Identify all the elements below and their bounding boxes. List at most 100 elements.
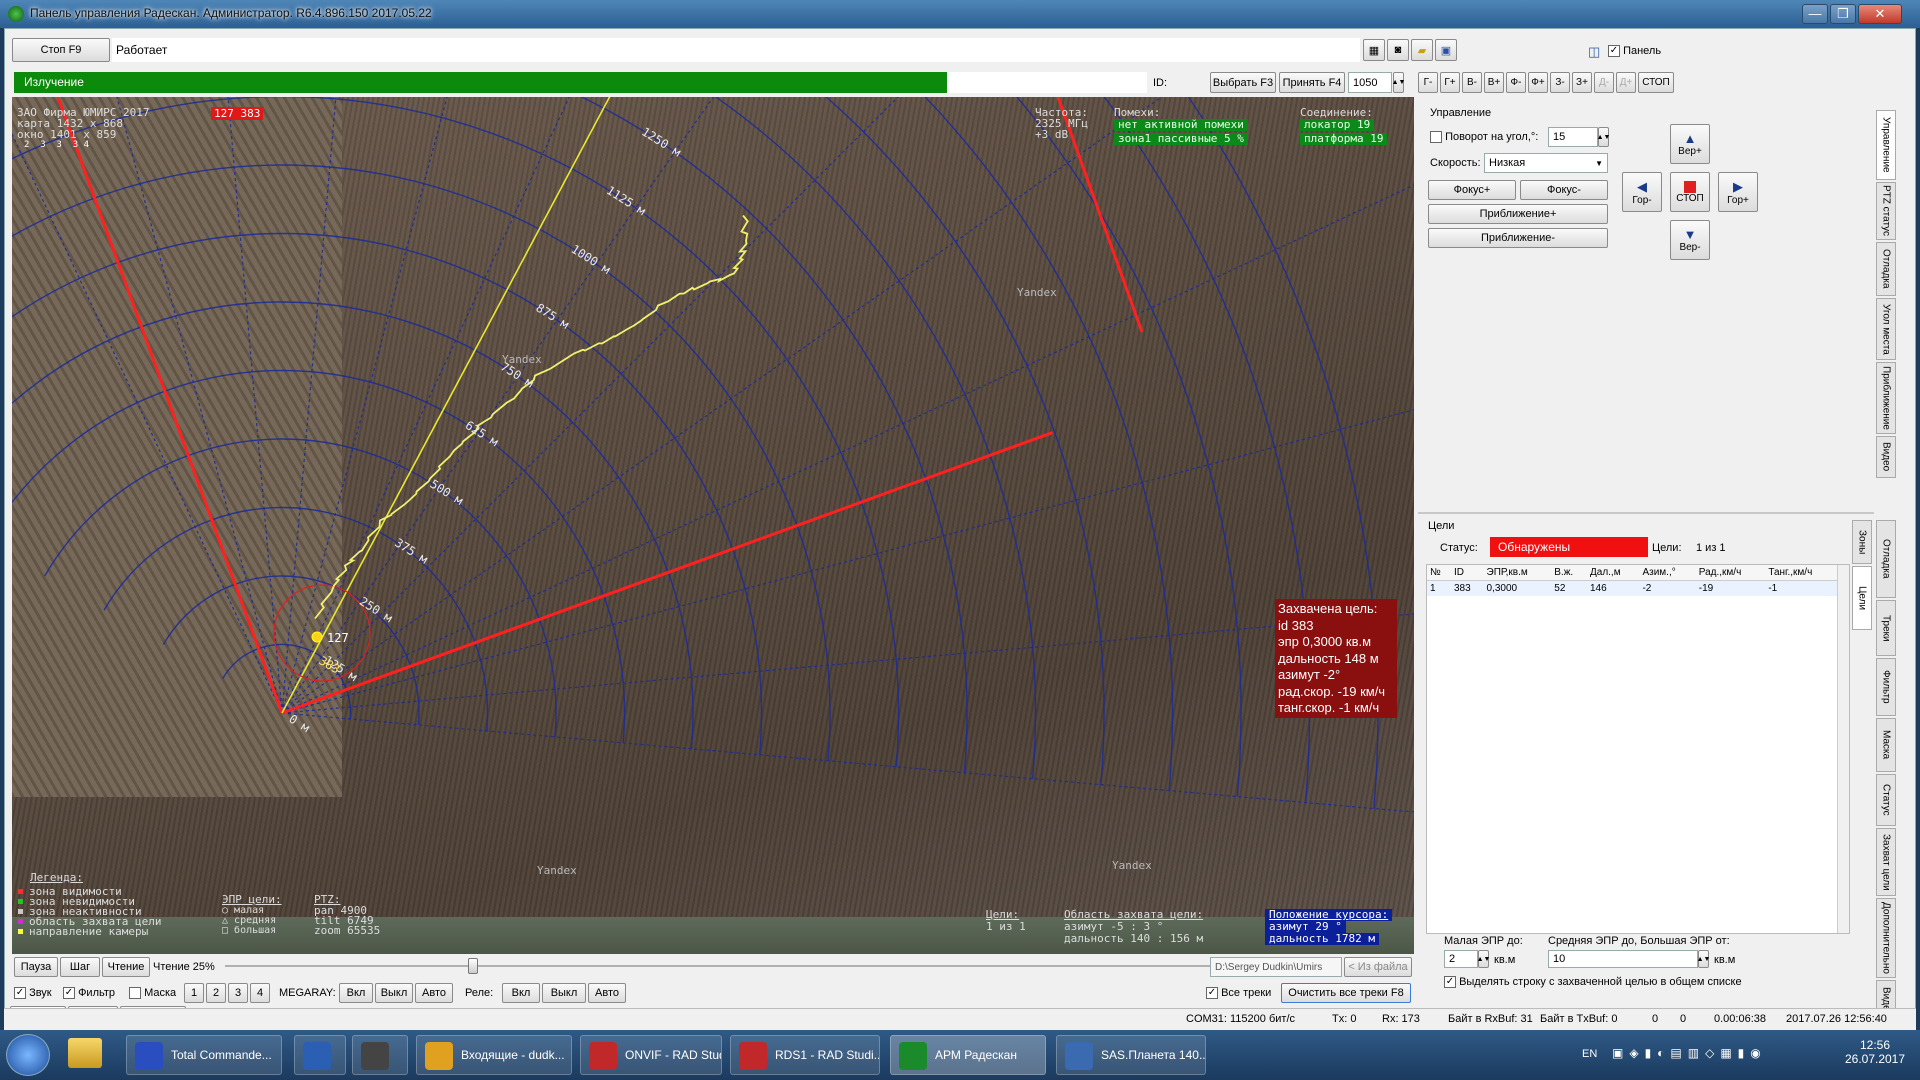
- right-tab-bottom-3[interactable]: Маска: [1876, 718, 1896, 772]
- right-tab-top-0[interactable]: Управление: [1876, 110, 1896, 180]
- ptz-btn-5[interactable]: Ф+: [1528, 72, 1548, 93]
- ptz-btn-9[interactable]: Д+: [1616, 72, 1636, 93]
- megaray-auto-button[interactable]: Авто: [415, 983, 453, 1003]
- zoom-plus-button[interactable]: Приближение+: [1428, 204, 1608, 224]
- right-tab-bottom-0[interactable]: Отладка: [1876, 520, 1896, 598]
- taskbar-item-6[interactable]: АРМ Радескан: [890, 1035, 1046, 1075]
- right-tab-mid-0[interactable]: Зоны: [1852, 520, 1872, 564]
- language-indicator[interactable]: EN: [1582, 1048, 1597, 1060]
- explorer-icon[interactable]: [68, 1038, 102, 1068]
- column-header[interactable]: В.ж.: [1551, 565, 1587, 581]
- relay-off-button[interactable]: Выкл: [542, 983, 586, 1003]
- targets-table-container[interactable]: № ID ЭПР,кв.м В.ж. Дал.,м Азим.,° Рад.,км/ч Тан…: [1426, 564, 1850, 934]
- taskbar-item-1[interactable]: [294, 1035, 346, 1075]
- right-tab-top-5[interactable]: Видео: [1876, 436, 1896, 478]
- taskbar-item-2[interactable]: [352, 1035, 408, 1075]
- small-epr-input[interactable]: 2: [1444, 950, 1478, 968]
- zone-button-4[interactable]: 4: [250, 983, 270, 1003]
- clock[interactable]: 12:56 26.07.2017: [1840, 1038, 1910, 1066]
- taskbar-item-7[interactable]: SAS.Планета 140...: [1056, 1035, 1206, 1075]
- tray-icons[interactable]: ▣◈▮◐▤▥◇▦▮◉: [1612, 1046, 1767, 1060]
- zone-button-3[interactable]: 3: [228, 983, 248, 1003]
- ptz-btn-4[interactable]: Ф-: [1506, 72, 1526, 93]
- column-header[interactable]: ЭПР,кв.м: [1483, 565, 1552, 581]
- ptz-btn-0[interactable]: Г-: [1418, 72, 1438, 93]
- tilt-up-button[interactable]: ▲ Вер+: [1670, 124, 1710, 164]
- file-path-input[interactable]: D:\Sergey Dudkin\Umirs: [1210, 957, 1342, 977]
- step-button[interactable]: Шаг: [60, 957, 100, 977]
- focus-minus-button[interactable]: Фокус-: [1520, 180, 1608, 200]
- start-button[interactable]: [6, 1034, 50, 1076]
- megaray-off-button[interactable]: Выкл: [375, 983, 413, 1003]
- relay-auto-button[interactable]: Авто: [588, 983, 626, 1003]
- radar-map[interactable]: 1250 м 1125 м 1000 м 875 м 750 м 625 м 500 м 37…: [12, 97, 1414, 954]
- playback-slider-thumb[interactable]: [468, 958, 478, 974]
- right-tab-bottom-5[interactable]: Захват цели: [1876, 828, 1896, 896]
- right-tab-top-3[interactable]: Угол места: [1876, 298, 1896, 360]
- folder-icon[interactable]: ▰: [1411, 39, 1433, 61]
- taskbar-item-3[interactable]: Входящие - dudk...: [416, 1035, 572, 1075]
- read-button[interactable]: Чтение: [102, 957, 150, 977]
- sound-checkbox[interactable]: ✓ Звук: [14, 987, 52, 1000]
- maximize-button[interactable]: ❐: [1830, 4, 1856, 24]
- ptz-btn-6[interactable]: З-: [1550, 72, 1570, 93]
- ptz-btn-2[interactable]: В-: [1462, 72, 1482, 93]
- taskbar-item-4[interactable]: ONVIF - RAD Stud...: [580, 1035, 722, 1075]
- medium-epr-input[interactable]: 10: [1548, 950, 1698, 968]
- rotate-checkbox[interactable]: Поворот на угол,°:: [1430, 131, 1538, 144]
- filter-checkbox[interactable]: ✓ Фильтр: [63, 987, 115, 1000]
- ptz-btn-7[interactable]: З+: [1572, 72, 1592, 93]
- zone-button-1[interactable]: 1: [184, 983, 204, 1003]
- ptz-btn-8[interactable]: Д-: [1594, 72, 1614, 93]
- save-icon[interactable]: ▣: [1435, 39, 1457, 61]
- zoom-minus-button[interactable]: Приближение-: [1428, 228, 1608, 248]
- right-tab-bottom-6[interactable]: Дополнительно: [1876, 898, 1896, 978]
- focus-plus-button[interactable]: Фокус+: [1428, 180, 1516, 200]
- small-epr-spinner[interactable]: ▲▼: [1477, 950, 1490, 968]
- close-button[interactable]: ✕: [1858, 4, 1902, 24]
- right-tab-top-2[interactable]: Отладка: [1876, 242, 1896, 296]
- column-header[interactable]: Рад.,км/ч: [1695, 565, 1766, 581]
- all-tracks-checkbox[interactable]: ✓ Все треки: [1206, 987, 1271, 1000]
- stop-button[interactable]: Стоп F9: [12, 38, 110, 62]
- pan-left-button[interactable]: ◀ Гор-: [1622, 172, 1662, 212]
- id-spinner[interactable]: ▲▼: [1392, 72, 1405, 93]
- taskbar-item-0[interactable]: Total Commande...: [126, 1035, 282, 1075]
- zone-button-2[interactable]: 2: [206, 983, 226, 1003]
- minimize-button[interactable]: —: [1802, 4, 1828, 24]
- column-header[interactable]: №: [1427, 565, 1451, 581]
- from-file-button[interactable]: < Из файла: [1344, 957, 1412, 977]
- panel-checkbox[interactable]: ✓ Панель: [1608, 45, 1661, 58]
- id-input[interactable]: 1050: [1348, 72, 1392, 93]
- accept-button[interactable]: Принять F4: [1279, 72, 1345, 93]
- rotate-input[interactable]: 15: [1548, 127, 1598, 147]
- scan-icon[interactable]: ▦: [1363, 39, 1385, 61]
- right-tab-mid-1[interactable]: Цели: [1852, 566, 1872, 630]
- highlight-checkbox[interactable]: ✓ Выделять строку с захваченной целью в …: [1444, 976, 1742, 989]
- megaray-on-button[interactable]: Вкл: [339, 983, 373, 1003]
- right-tab-bottom-4[interactable]: Статус: [1876, 774, 1896, 826]
- pan-right-button[interactable]: ▶ Гор+: [1718, 172, 1758, 212]
- tilt-down-button[interactable]: ▼ Вер-: [1670, 220, 1710, 260]
- ptz-btn-3[interactable]: В+: [1484, 72, 1504, 93]
- mask-checkbox[interactable]: Маска: [129, 987, 176, 1000]
- right-tab-bottom-2[interactable]: Фильтр: [1876, 658, 1896, 716]
- right-tab-top-4[interactable]: Приближение: [1876, 362, 1896, 434]
- relay-on-button[interactable]: Вкл: [502, 983, 540, 1003]
- speed-select[interactable]: Низкая ▼: [1484, 153, 1608, 173]
- column-header[interactable]: Дал.,м: [1586, 565, 1640, 581]
- ptz-stop-button[interactable]: СТОП: [1670, 172, 1710, 212]
- table-row[interactable]: 1 383 0,3000 52 146 -2 -19 -1: [1427, 580, 1837, 596]
- select-button[interactable]: Выбрать F3: [1210, 72, 1276, 93]
- pause-button[interactable]: Пауза: [14, 957, 58, 977]
- right-tab-bottom-1[interactable]: Треки: [1876, 600, 1896, 656]
- clear-tracks-button[interactable]: Очистить все треки F8: [1281, 983, 1411, 1003]
- table-scrollbar[interactable]: [1837, 565, 1849, 933]
- taskbar-item-5[interactable]: RDS1 - RAD Studi...: [730, 1035, 880, 1075]
- column-header[interactable]: Танг.,км/ч: [1765, 565, 1837, 581]
- rotate-spinner[interactable]: ▲▼: [1597, 127, 1610, 147]
- column-header[interactable]: Азим.,°: [1639, 565, 1696, 581]
- camera-icon[interactable]: ◙: [1387, 39, 1409, 61]
- medium-epr-spinner[interactable]: ▲▼: [1697, 950, 1710, 968]
- ptz-btn-1[interactable]: Г+: [1440, 72, 1460, 93]
